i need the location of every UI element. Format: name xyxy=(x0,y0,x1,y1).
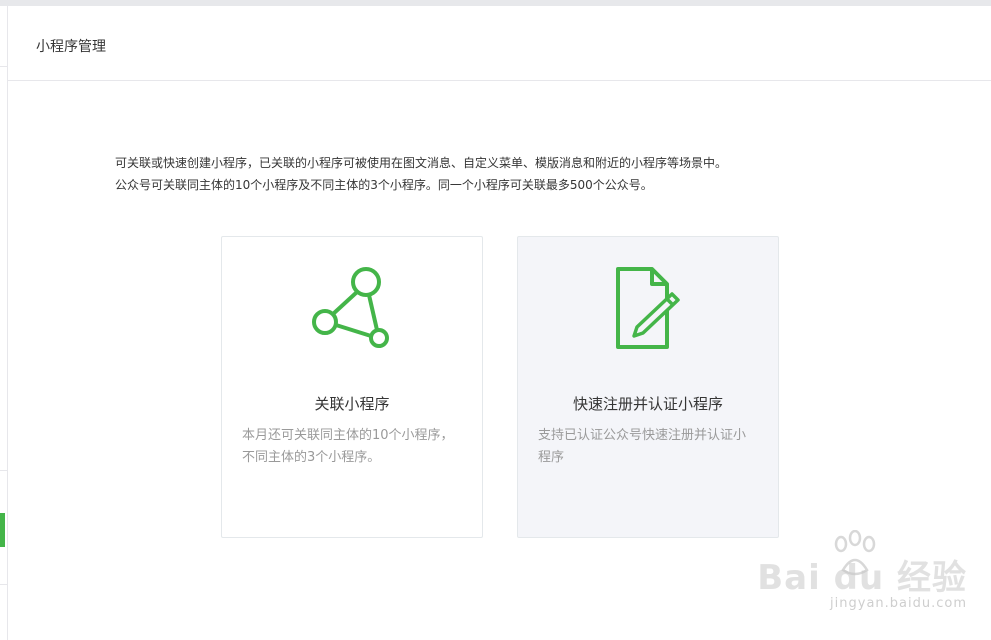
intro-text: 可关联或快速创建小程序，已关联的小程序可被使用在图文消息、自定义菜单、模版消息和… xyxy=(115,152,727,196)
card-title: 快速注册并认证小程序 xyxy=(572,395,723,413)
sidebar-divider xyxy=(0,584,7,585)
link-nodes-icon xyxy=(303,263,403,353)
paw-icon xyxy=(834,530,876,576)
sidebar-edge xyxy=(0,6,8,640)
quick-register-card[interactable]: 快速注册并认证小程序 支持已认证公众号快速注册并认证小程序 xyxy=(517,236,779,538)
intro-line-2: 公众号可关联同主体的10个小程序及不同主体的3个小程序。同一个小程序可关联最多5… xyxy=(115,178,653,192)
watermark-logo: Bai du 经验 xyxy=(757,558,967,598)
page-title: 小程序管理 xyxy=(36,39,106,55)
document-edit-icon xyxy=(599,263,699,353)
page-header: 小程序管理 xyxy=(8,6,991,81)
sidebar-divider xyxy=(0,66,7,67)
card-description: 支持已认证公众号快速注册并认证小程序 xyxy=(538,428,747,465)
card-title: 关联小程序 xyxy=(314,395,390,413)
watermark-url: jingyan.baidu.com xyxy=(830,596,967,611)
sidebar-active-indicator[interactable] xyxy=(0,513,5,547)
intro-line-1: 可关联或快速创建小程序，已关联的小程序可被使用在图文消息、自定义菜单、模版消息和… xyxy=(115,156,728,170)
sidebar-divider xyxy=(0,470,7,471)
page: 小程序管理 可关联或快速创建小程序，已关联的小程序可被使用在图文消息、自定义菜单… xyxy=(0,0,991,640)
card-description: 本月还可关联同主体的10个小程序，不同主体的3个小程序。 xyxy=(242,428,454,465)
link-miniprogram-card[interactable]: 关联小程序 本月还可关联同主体的10个小程序，不同主体的3个小程序。 xyxy=(221,236,483,538)
watermark: Bai du 经验 jingyan.baidu.com xyxy=(757,530,967,620)
